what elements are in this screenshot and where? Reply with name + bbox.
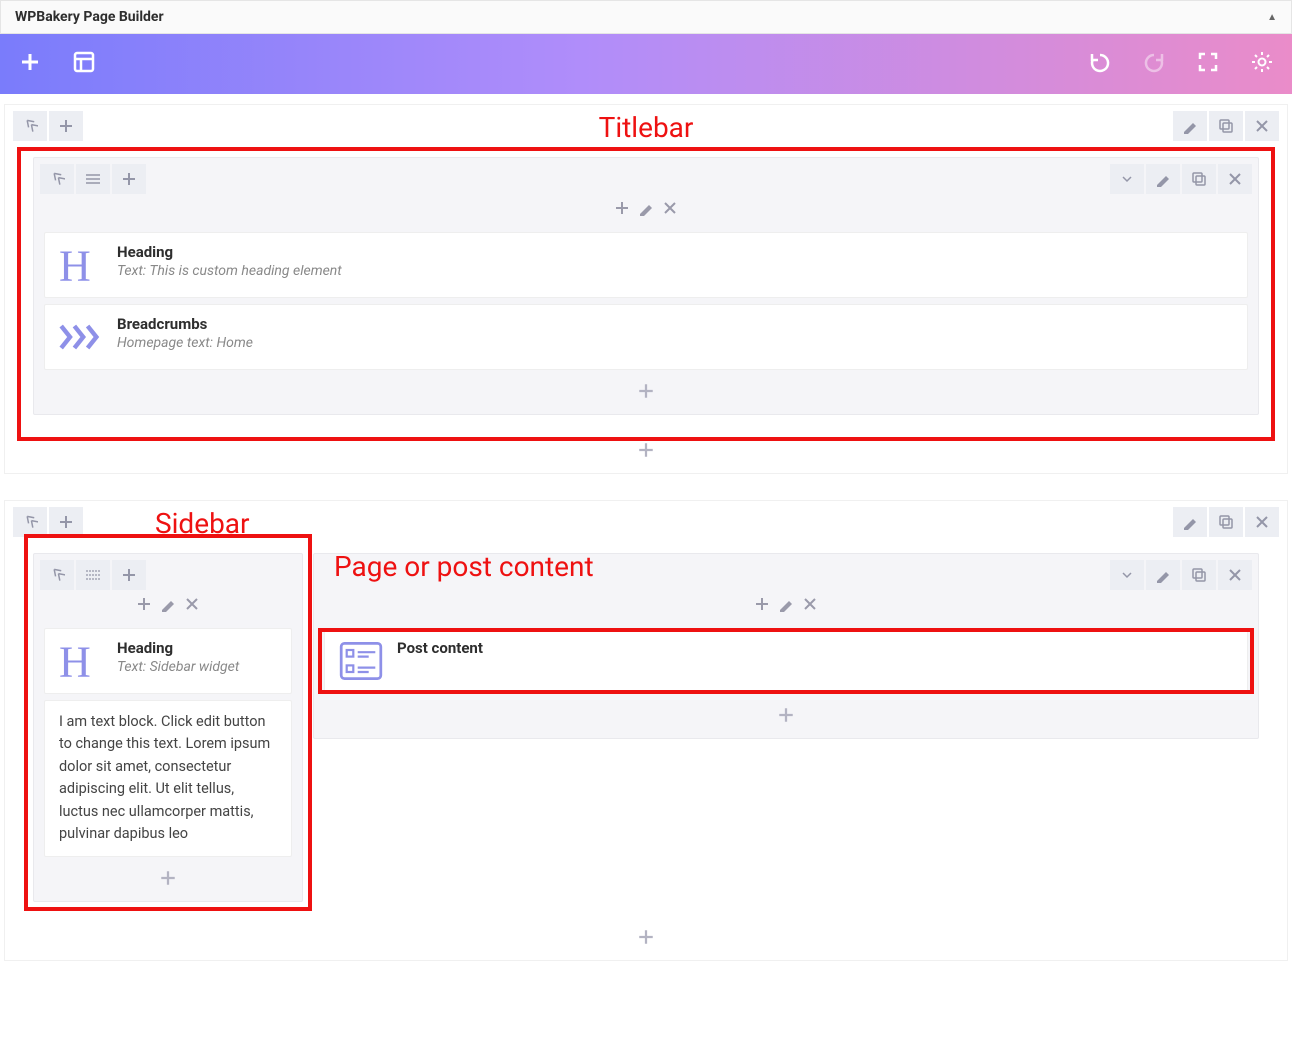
col-edit-button[interactable] <box>1146 560 1180 590</box>
element-sub: Text: Sidebar widget <box>117 659 239 675</box>
col-delete-button[interactable] <box>1218 560 1252 590</box>
col-delete-button[interactable] <box>1218 164 1252 194</box>
element-textblock[interactable]: I am text block. Click edit button to ch… <box>44 700 292 857</box>
col-append-button[interactable] <box>777 712 795 728</box>
element-sub: Text: This is custom heading element <box>117 263 342 279</box>
row-add-button[interactable] <box>49 507 83 537</box>
col-drag-handle[interactable] <box>40 560 74 590</box>
redo-button[interactable] <box>1142 50 1166 78</box>
inner-edit-icon[interactable] <box>160 596 176 616</box>
add-element-button[interactable] <box>18 50 42 78</box>
row-drag-handle[interactable] <box>13 507 47 537</box>
row-clone-button[interactable] <box>1209 507 1243 537</box>
element-name: Heading <box>117 243 342 261</box>
element-heading[interactable]: Heading Text: This is custom heading ele… <box>44 232 1248 298</box>
panel-header[interactable]: WPBakery Page Builder ▲ <box>0 0 1292 34</box>
element-breadcrumbs[interactable]: Breadcrumbs Homepage text: Home <box>44 304 1248 370</box>
col-clone-button[interactable] <box>1182 560 1216 590</box>
row-delete-button[interactable] <box>1245 507 1279 537</box>
row-add-button[interactable] <box>49 111 83 141</box>
fullscreen-button[interactable] <box>1196 50 1220 78</box>
row-append-button[interactable] <box>637 447 655 463</box>
row-delete-button[interactable] <box>1245 111 1279 141</box>
col-append-button[interactable] <box>637 388 655 404</box>
col-add-button[interactable] <box>112 560 146 590</box>
column-content: Page or post content <box>313 553 1259 739</box>
col-layout-button[interactable] <box>76 560 110 590</box>
post-content-icon <box>339 639 383 683</box>
element-name: Heading <box>117 639 239 657</box>
inner-delete-icon[interactable] <box>184 596 200 616</box>
element-name: Breadcrumbs <box>117 315 253 333</box>
element-name: Post content <box>397 639 483 657</box>
inner-delete-icon[interactable] <box>662 200 678 220</box>
undo-button[interactable] <box>1088 50 1112 78</box>
column-sidebar: Heading Text: Sidebar widget I am text b… <box>33 553 303 902</box>
heading-icon <box>59 639 103 683</box>
inner-add-icon[interactable] <box>136 596 152 616</box>
inner-add-icon[interactable] <box>614 200 630 220</box>
row-edit-button[interactable] <box>1173 507 1207 537</box>
col-add-button[interactable] <box>112 164 146 194</box>
breadcrumbs-icon <box>59 315 103 359</box>
inner-edit-icon[interactable] <box>778 596 794 616</box>
col-append-button[interactable] <box>159 875 177 891</box>
col-options-button[interactable] <box>1110 560 1144 590</box>
inner-controls <box>314 590 1258 622</box>
col-drag-handle[interactable] <box>40 164 74 194</box>
inner-controls <box>34 590 302 622</box>
collapse-icon[interactable]: ▲ <box>1267 12 1277 23</box>
column-full: Heading Text: This is custom heading ele… <box>33 157 1259 415</box>
col-clone-button[interactable] <box>1182 164 1216 194</box>
settings-button[interactable] <box>1250 50 1274 78</box>
row-edit-button[interactable] <box>1173 111 1207 141</box>
col-layout-button[interactable] <box>76 164 110 194</box>
inner-delete-icon[interactable] <box>802 596 818 616</box>
inner-edit-icon[interactable] <box>638 200 654 220</box>
editor-canvas: Titlebar <box>0 94 1292 1001</box>
top-toolbar <box>0 34 1292 94</box>
textblock-content: I am text block. Click edit button to ch… <box>59 711 277 846</box>
inner-add-icon[interactable] <box>754 596 770 616</box>
panel-title: WPBakery Page Builder <box>15 9 164 25</box>
col-options-button[interactable] <box>1110 164 1144 194</box>
row-drag-handle[interactable] <box>13 111 47 141</box>
element-sub: Homepage text: Home <box>117 335 253 351</box>
col-edit-button[interactable] <box>1146 164 1180 194</box>
row-append-button[interactable] <box>637 934 655 950</box>
row-clone-button[interactable] <box>1209 111 1243 141</box>
row-content: Sidebar <box>4 500 1288 961</box>
inner-controls <box>34 194 1258 226</box>
heading-icon <box>59 243 103 287</box>
element-heading[interactable]: Heading Text: Sidebar widget <box>44 628 292 694</box>
row-titlebar: Titlebar <box>4 104 1288 474</box>
element-post-content[interactable]: Post content <box>324 628 1248 694</box>
templates-button[interactable] <box>72 50 96 78</box>
